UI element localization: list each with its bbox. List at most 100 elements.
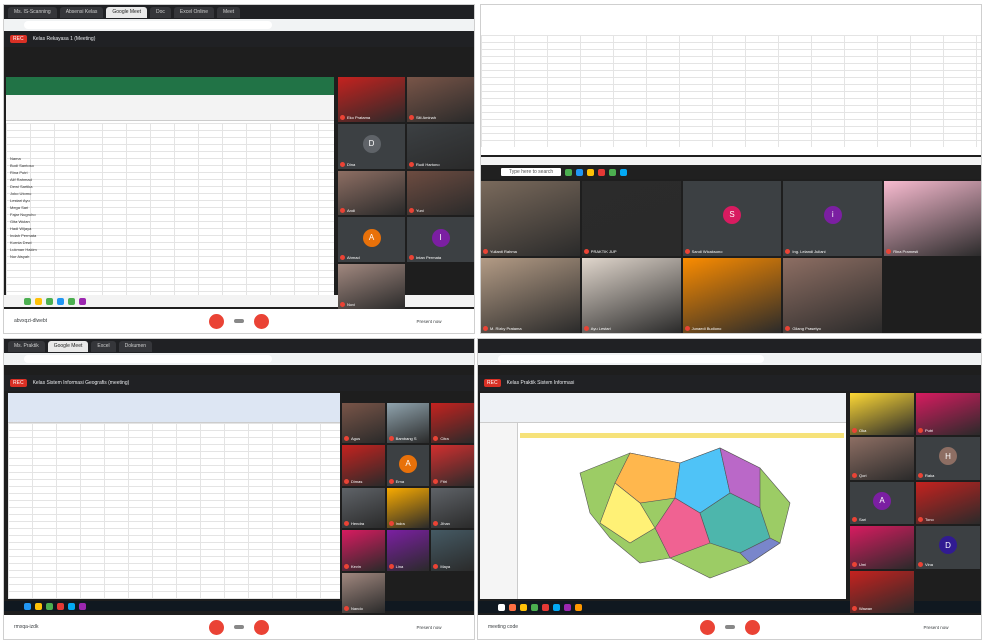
- end-call-button[interactable]: [234, 625, 244, 629]
- address-bar[interactable]: [4, 19, 474, 31]
- browser-tab[interactable]: Google Meet: [106, 6, 148, 18]
- present-now-button[interactable]: Present now: [414, 319, 444, 324]
- participant-tile[interactable]: D Vina: [916, 526, 980, 569]
- participant-tile[interactable]: Citra: [431, 403, 474, 444]
- participant-tile[interactable]: Putri: [916, 393, 980, 436]
- sheet-row-label: Mega Sari: [10, 205, 29, 210]
- participant-tile[interactable]: Eko Pratama: [338, 77, 405, 122]
- participant-tile[interactable]: Umi: [850, 526, 914, 569]
- participant-name: Kevin: [351, 563, 362, 569]
- gis-application[interactable]: [480, 393, 846, 599]
- sheet-cells[interactable]: [6, 123, 334, 305]
- participant-avatar: H: [939, 447, 957, 466]
- participant-tile[interactable]: A Erna: [386, 445, 430, 486]
- participant-tile[interactable]: Tono: [916, 481, 980, 525]
- mic-off-button[interactable]: [209, 313, 224, 329]
- participant-name: Jihan: [440, 521, 450, 527]
- mic-off-button[interactable]: [209, 619, 224, 635]
- browser-tab[interactable]: Ms. Praktik: [8, 340, 45, 352]
- participant-tile[interactable]: Rudi Hartono: [407, 123, 474, 169]
- mic-muted-icon: [409, 255, 414, 261]
- end-call-button[interactable]: [724, 625, 735, 629]
- camera-off-button[interactable]: [744, 619, 760, 635]
- region-map[interactable]: [570, 443, 820, 583]
- participant-tile[interactable]: Lina: [386, 530, 430, 571]
- browser-tab[interactable]: Doc: [150, 6, 171, 18]
- mic-muted-icon: [852, 428, 857, 434]
- participant-tile[interactable]: Ayu Lestari: [581, 258, 681, 333]
- meeting-code: rmxqa-izdk: [14, 624, 39, 630]
- camera-off-button[interactable]: [254, 313, 269, 329]
- participant-tile[interactable]: S Sandi Wicaksono: [682, 181, 782, 256]
- browser-tab[interactable]: Google Meet: [47, 340, 89, 352]
- browser-tabs: Ms. Praktik Google Meet Excel Dokumen: [4, 339, 474, 353]
- present-now-button[interactable]: Present now: [921, 625, 951, 630]
- participant-tile[interactable]: Qori: [850, 437, 914, 480]
- address-bar[interactable]: [4, 353, 474, 365]
- participant-tile[interactable]: Novi: [338, 264, 405, 309]
- participant-tile[interactable]: Rina Pramesti: [884, 181, 981, 256]
- participant-tile[interactable]: Junaedi Budiono: [682, 258, 782, 333]
- meet-header: REC Kelas Sistem Informasi Geografis (me…: [4, 375, 474, 391]
- participant-tile[interactable]: Bambang S: [386, 403, 430, 444]
- participant-tile[interactable]: Fitri: [431, 445, 474, 486]
- participant-tile[interactable]: Jihan: [431, 487, 474, 529]
- excel-ribbon[interactable]: [6, 77, 334, 95]
- browser-tab[interactable]: Meet: [217, 6, 241, 18]
- excel-toolbar[interactable]: [6, 95, 334, 121]
- participant-tile[interactable]: Yulianti Rahma: [481, 181, 580, 256]
- participant-tile[interactable]: I Intan Permata: [407, 217, 474, 263]
- sheet-cells[interactable]: [8, 423, 340, 599]
- shared-spreadsheet[interactable]: [8, 393, 340, 599]
- participant-tile[interactable]: A Sari: [850, 481, 914, 525]
- participant-tile[interactable]: i Ing. Lelandi Juliani: [783, 181, 883, 256]
- participant-tile[interactable]: Kevin: [342, 530, 385, 571]
- mic-muted-icon: [433, 436, 439, 442]
- mic-muted-icon: [340, 114, 345, 120]
- participant-tile[interactable]: Oka: [850, 393, 914, 436]
- browser-tab[interactable]: Excel Online: [173, 6, 214, 18]
- browser-tab[interactable]: Absensi Kelas: [59, 6, 104, 18]
- address-bar[interactable]: [478, 353, 981, 365]
- sheet-cells[interactable]: [481, 35, 981, 147]
- participant-tile[interactable]: A Ahmad: [338, 217, 405, 263]
- participant-name: Dina: [347, 161, 356, 167]
- participant-tile[interactable]: Yuni: [407, 170, 474, 216]
- participant-avatar: D: [362, 134, 381, 153]
- participant-tile[interactable]: PRAKTIK JUP: [581, 181, 681, 256]
- participant-tile[interactable]: Nando: [342, 572, 385, 613]
- shared-spreadsheet[interactable]: Nama Budi Santoso Rina Putri Alif Rahmad Dew…: [6, 77, 334, 305]
- participant-tile[interactable]: Gilang Prasetyo: [783, 258, 883, 333]
- meeting-title: Kelas Sistem Informasi Geografis (meetin…: [32, 380, 130, 386]
- end-call-button[interactable]: [234, 319, 244, 323]
- participant-tile[interactable]: M. Rizky Pratama: [481, 258, 580, 333]
- browser-tab[interactable]: Excel: [91, 340, 116, 352]
- sheet-row-label: Rina Putri: [10, 170, 28, 175]
- participant-tile[interactable]: Indra: [386, 487, 430, 529]
- participant-name: Vina: [925, 561, 933, 567]
- participant-tile[interactable]: Agus: [342, 403, 385, 444]
- participant-avatar: I: [431, 228, 450, 247]
- layers-panel[interactable]: [480, 423, 518, 599]
- participant-tile[interactable]: Hendra: [342, 487, 385, 529]
- participant-tile[interactable]: Maya: [431, 530, 474, 571]
- mic-off-button[interactable]: [699, 619, 715, 635]
- participant-tile[interactable]: Wawan: [850, 570, 914, 613]
- present-now-button[interactable]: Present now: [414, 625, 444, 630]
- mic-muted-icon: [344, 563, 349, 569]
- windows-taskbar: Type here to search: [481, 165, 981, 179]
- camera-off-button[interactable]: [254, 619, 269, 635]
- sheet-row-label: Hadi Wijaya: [10, 226, 32, 231]
- spreadsheet-toolbar[interactable]: [8, 393, 340, 423]
- spreadsheet-window[interactable]: [481, 5, 981, 155]
- participant-tile[interactable]: H Raka: [916, 437, 980, 480]
- screenshot-bottom-right: REC Kelas Praktik Sistem Informasi Oka Pu…: [477, 338, 982, 640]
- taskbar-search[interactable]: Type here to search: [501, 168, 562, 176]
- participant-tile[interactable]: D Dina: [338, 123, 405, 169]
- gis-toolbar[interactable]: [480, 393, 846, 423]
- participant-tile[interactable]: Siti Aminah: [407, 77, 474, 122]
- browser-tab[interactable]: Ms. IS-Scanning: [8, 6, 57, 18]
- participant-tile[interactable]: Dimas: [342, 445, 385, 486]
- participant-tile[interactable]: Andi: [338, 170, 405, 216]
- browser-tab[interactable]: Dokumen: [118, 340, 153, 352]
